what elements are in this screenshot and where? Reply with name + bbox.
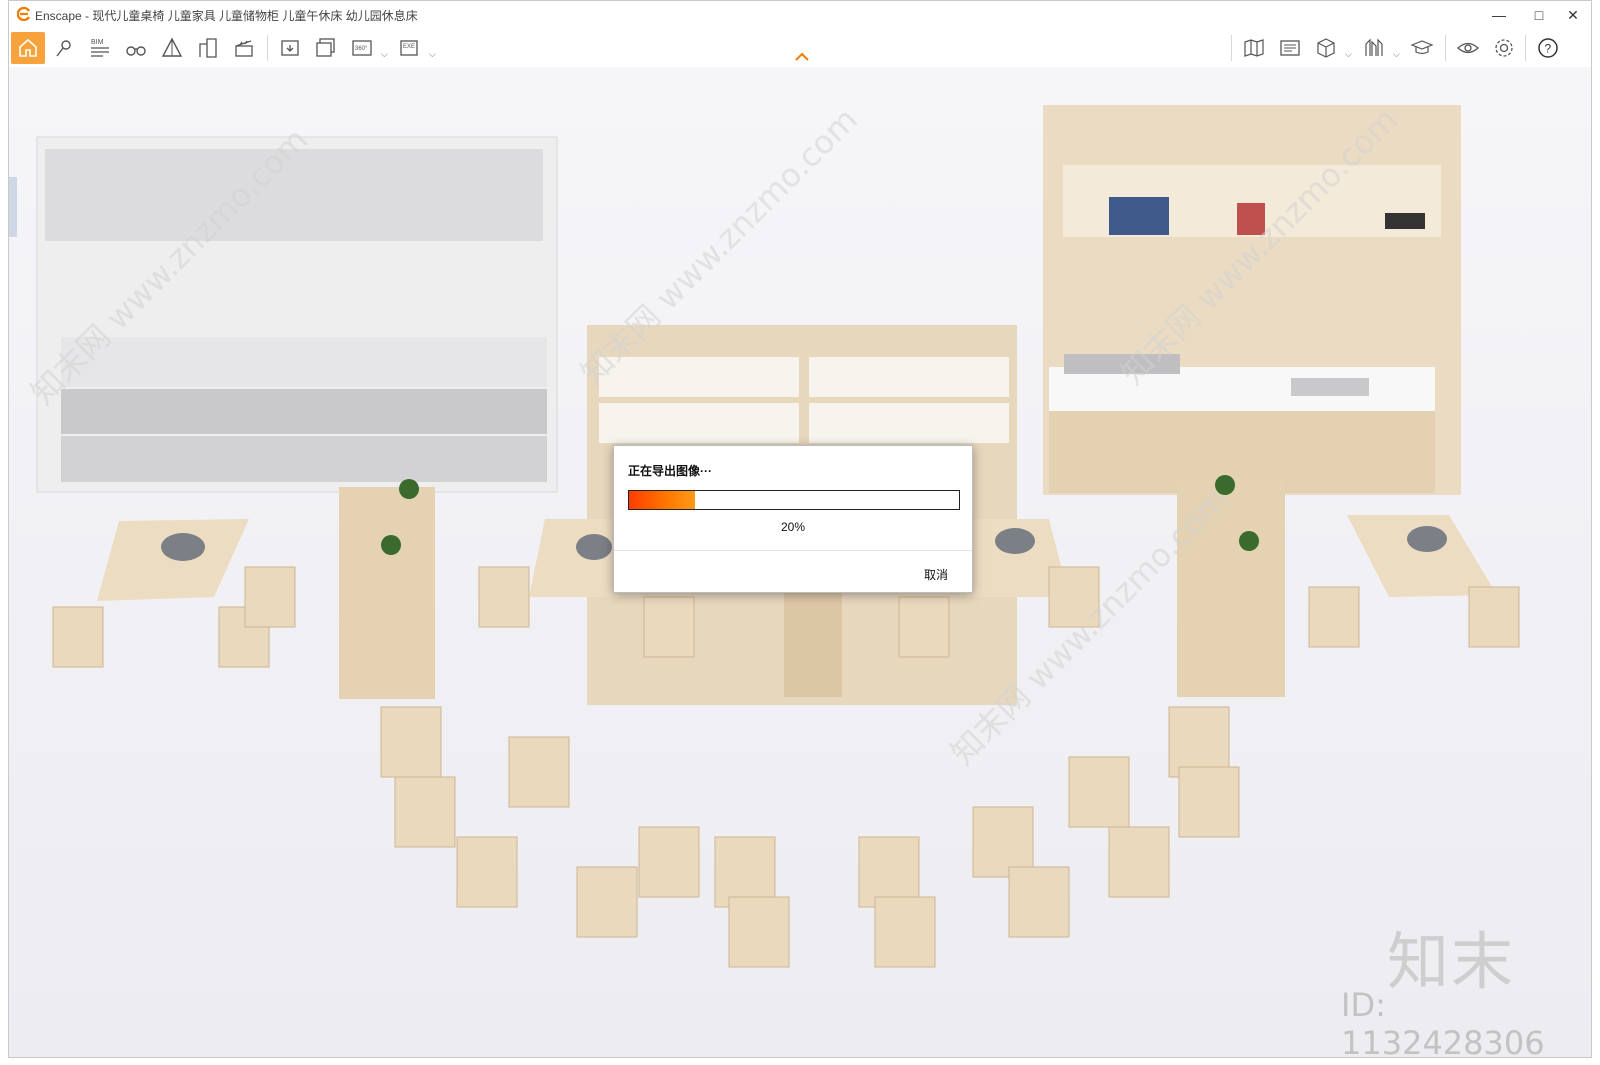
building-button[interactable]	[191, 32, 225, 64]
screenshot-button[interactable]	[273, 32, 307, 64]
close-icon: ✕	[1567, 6, 1579, 23]
building-icon	[199, 38, 217, 58]
watermark-id: ID: 1132428306	[1341, 986, 1545, 1062]
home-icon	[19, 38, 37, 57]
video-editor-button[interactable]	[227, 32, 261, 64]
perspective-button[interactable]	[155, 32, 189, 64]
material-icon	[1365, 38, 1383, 56]
export-progress-dialog: 正在导出图像··· 20% 取消	[613, 445, 973, 593]
chevron-down-icon[interactable]: ⌵	[429, 49, 436, 60]
visibility-button[interactable]	[1451, 32, 1485, 64]
asset-library-icon	[1280, 40, 1300, 56]
minimize-button[interactable]: —	[1479, 1, 1519, 29]
export-exe-icon: EXE	[400, 40, 418, 56]
binoculars-button[interactable]	[119, 32, 153, 64]
cube-button[interactable]	[1309, 32, 1343, 64]
triangle-view-icon	[161, 37, 183, 57]
bim-icon: BIM	[91, 39, 109, 57]
toolbar-separator	[1231, 35, 1232, 61]
screenshot-icon	[281, 40, 299, 56]
panorama-button[interactable]: 360°	[345, 32, 379, 64]
eye-icon	[1457, 42, 1479, 54]
sink-cabinet	[1043, 105, 1461, 495]
progress-percent: 20%	[780, 520, 806, 534]
location-pin-icon	[56, 40, 71, 57]
svg-text:?: ?	[1545, 42, 1552, 56]
svg-text:360°: 360°	[355, 46, 368, 52]
enscape-window: Enscape - 现代儿童桌椅 儿童家具 儿童储物柜 儿童午休床 幼儿园休息床…	[8, 0, 1592, 1062]
learning-button[interactable]	[1405, 32, 1439, 64]
clapper-icon	[235, 40, 253, 57]
progress-bar	[628, 490, 960, 510]
side-panel-edge	[9, 177, 17, 237]
home-button[interactable]	[11, 32, 45, 64]
settings-icon	[1495, 39, 1513, 57]
cancel-button[interactable]: 取消	[924, 566, 948, 583]
dialog-title: 正在导出图像···	[628, 464, 712, 478]
batch-render-icon	[316, 38, 335, 57]
collapse-toolbar-icon[interactable]	[794, 51, 810, 63]
chevron-down-icon[interactable]: ⌵	[381, 49, 388, 60]
toolbar-separator	[1445, 35, 1446, 61]
material-button[interactable]	[1357, 32, 1391, 64]
chevron-down-icon[interactable]: ⌵	[1345, 49, 1352, 60]
help-button[interactable]: ?	[1531, 32, 1565, 64]
asset-library-button[interactable]	[1273, 32, 1307, 64]
dialog-divider	[614, 550, 972, 551]
help-icon: ?	[1538, 38, 1558, 58]
window-title: Enscape - 现代儿童桌椅 儿童家具 儿童储物柜 儿童午休床 幼儿园休息床	[35, 9, 418, 23]
batch-render-button[interactable]	[309, 32, 343, 64]
export-exe-button[interactable]: EXE	[393, 32, 427, 64]
enscape-logo-icon	[17, 7, 31, 21]
cube-icon	[1317, 38, 1335, 58]
map-icon	[1244, 39, 1264, 57]
maximize-icon: □	[1534, 7, 1544, 23]
svg-text:BIM: BIM	[91, 39, 104, 46]
svg-text:EXE: EXE	[403, 44, 415, 50]
toolbar-separator	[267, 35, 268, 61]
binoculars-icon	[126, 46, 146, 56]
title-bar: Enscape - 现代儿童桌椅 儿童家具 儿童储物柜 儿童午休床 幼儿园休息床…	[9, 1, 1591, 29]
settings-button[interactable]	[1487, 32, 1521, 64]
panorama-360-icon: 360°	[352, 40, 372, 56]
location-button[interactable]	[47, 32, 81, 64]
chevron-down-icon[interactable]: ⌵	[1393, 49, 1400, 60]
toolbar-separator	[1525, 35, 1526, 61]
progress-fill	[629, 491, 695, 509]
bim-button[interactable]: BIM	[83, 32, 117, 64]
grad-cap-icon	[1410, 40, 1434, 55]
minimize-icon: —	[1492, 7, 1506, 23]
close-button[interactable]: ✕	[1553, 1, 1593, 29]
map-button[interactable]	[1237, 32, 1271, 64]
